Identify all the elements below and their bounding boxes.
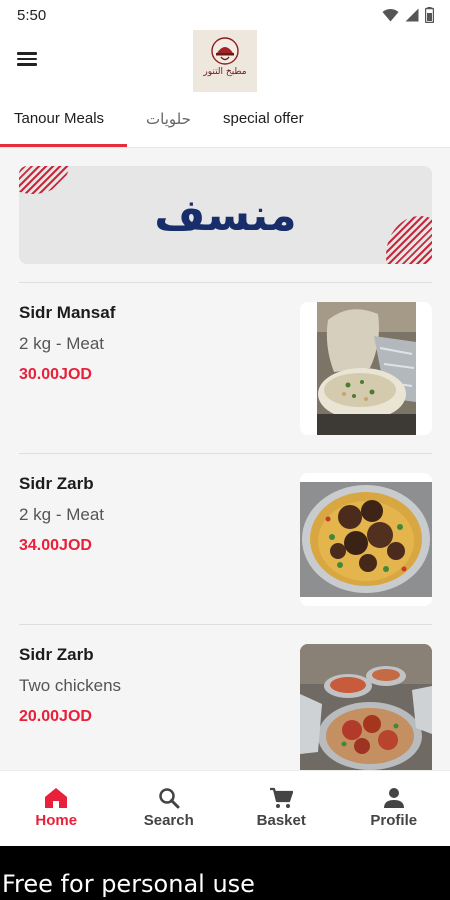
- nav-home-label: Home: [35, 812, 78, 829]
- meal-price: 30.00JOD: [19, 366, 92, 383]
- meal-name: Sidr Mansaf: [19, 303, 116, 322]
- menu-icon[interactable]: [16, 50, 40, 74]
- meal-photo: [300, 473, 432, 606]
- category-tab-bar: Tanour Meals حلويات special offer: [0, 96, 450, 148]
- nav-home[interactable]: Home: [0, 771, 113, 847]
- search-icon: [159, 788, 180, 809]
- banner-title: منسف: [154, 189, 297, 241]
- meal-description: 2 kg - Meat: [19, 505, 105, 524]
- battery-icon: [425, 7, 434, 23]
- chef-hat-logo-icon: [211, 37, 239, 65]
- nav-search-label: Search: [143, 812, 194, 829]
- meal-item[interactable]: Sidr Mansaf 2 kg - Meat 30.00JOD: [0, 282, 450, 435]
- logo-text: مطبخ التنور: [203, 67, 247, 77]
- status-bar: 5:50: [0, 0, 450, 30]
- tab-special-offer[interactable]: special offer: [223, 110, 304, 127]
- watermark-text: Free for personal use: [0, 846, 450, 900]
- meal-description: Two chickens: [19, 676, 122, 695]
- nav-profile-label: Profile: [370, 812, 418, 829]
- meal-name: Sidr Zarb: [19, 474, 94, 493]
- status-time: 5:50: [17, 6, 47, 24]
- category-banner: منسف: [19, 166, 432, 264]
- tab-tanour-meals[interactable]: Tanour Meals: [14, 110, 104, 127]
- nav-profile[interactable]: Profile: [338, 771, 450, 847]
- meal-photo: [300, 644, 432, 770]
- nav-basket-label: Basket: [256, 812, 306, 829]
- restaurant-logo: مطبخ التنور: [193, 30, 257, 92]
- person-icon: [383, 788, 404, 808]
- wifi-icon: [382, 8, 399, 22]
- status-icons: [382, 7, 434, 23]
- app-bar: مطبخ التنور: [0, 30, 450, 96]
- meal-item[interactable]: Sidr Zarb 2 kg - Meat 34.00JOD: [0, 453, 450, 606]
- meal-photo: [300, 302, 432, 435]
- meal-item[interactable]: Sidr Zarb Two chickens 20.00JOD: [0, 624, 450, 770]
- bottom-navigation: Home Search Basket Profile: [0, 770, 450, 846]
- cellular-signal-icon: [405, 8, 419, 22]
- meal-name: Sidr Zarb: [19, 645, 94, 664]
- nav-search[interactable]: Search: [113, 771, 226, 847]
- meal-description: 2 kg - Meat: [19, 334, 105, 353]
- home-icon: [45, 788, 68, 808]
- cart-icon: [270, 787, 294, 808]
- meal-list[interactable]: منسف Sidr Mansaf 2 kg - Meat 30.00JOD Si…: [0, 148, 450, 770]
- meal-price: 34.00JOD: [19, 537, 92, 554]
- tab-sweets[interactable]: حلويات: [146, 110, 191, 128]
- meal-price: 20.00JOD: [19, 708, 92, 725]
- nav-basket[interactable]: Basket: [225, 771, 338, 847]
